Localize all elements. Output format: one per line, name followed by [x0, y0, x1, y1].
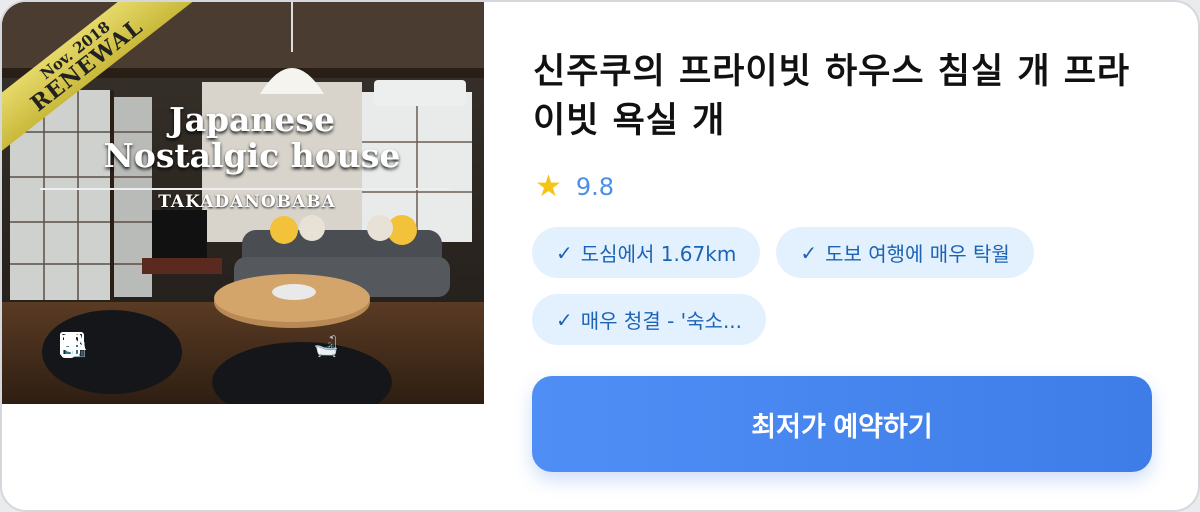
iron-icon: [60, 332, 268, 360]
photo-title-line2: Nostalgic house: [103, 136, 401, 175]
feature-tag-distance: ✓ 도심에서 1.67km: [532, 227, 761, 278]
listing-photo[interactable]: Nov. 2018 RENEWAL Japanese Nostalgic hou…: [2, 2, 484, 404]
feature-tag-label: 도심에서 1.67km: [580, 242, 737, 266]
book-lowest-price-button[interactable]: 최저가 예약하기: [532, 376, 1152, 472]
hairdryer-icon: [61, 332, 376, 360]
hanger-icon: [60, 332, 304, 360]
wifi-icon: [60, 332, 124, 360]
check-icon: ✓: [556, 240, 573, 265]
amenity-icon-row: 📺 🛁: [60, 332, 412, 360]
washer-icon: [60, 332, 232, 360]
feature-tag-walkability: ✓ 도보 여행에 매우 탁월: [776, 227, 1034, 278]
listing-title[interactable]: 신주쿠의 프라이빗 하우스 침실 개 프라이빗 욕실 개: [533, 48, 1163, 146]
star-icon: ★: [535, 169, 562, 204]
feature-tags: ✓ 도심에서 1.67km ✓ 도보 여행에 매우 탁월 ✓ 매우 청결 - '…: [532, 227, 1172, 345]
microwave-icon: [60, 332, 196, 360]
rating: ★ 9.8: [535, 172, 614, 202]
check-icon: ✓: [556, 307, 573, 332]
feature-tag-label: 도보 여행에 매우 탁월: [825, 242, 1010, 266]
feature-tag-label: 매우 청결 - '숙소...: [580, 309, 743, 333]
bathtub-icon: 🛁: [313, 334, 339, 358]
check-icon: ✓: [800, 240, 818, 265]
photo-divider: [40, 188, 450, 190]
toiletries-icon: [61, 332, 412, 360]
photo-title: Japanese Nostalgic house: [62, 102, 442, 174]
feature-tag-cleanliness: ✓ 매우 청결 - '숙소...: [532, 294, 767, 345]
photo-title-line1: Japanese: [168, 100, 335, 139]
listing-card[interactable]: Nov. 2018 RENEWAL Japanese Nostalgic hou…: [0, 0, 1200, 512]
fridge-icon: [60, 332, 160, 360]
photo-subtitle: TAKADANOBABA: [158, 192, 336, 212]
rating-score: 9.8: [575, 173, 615, 201]
